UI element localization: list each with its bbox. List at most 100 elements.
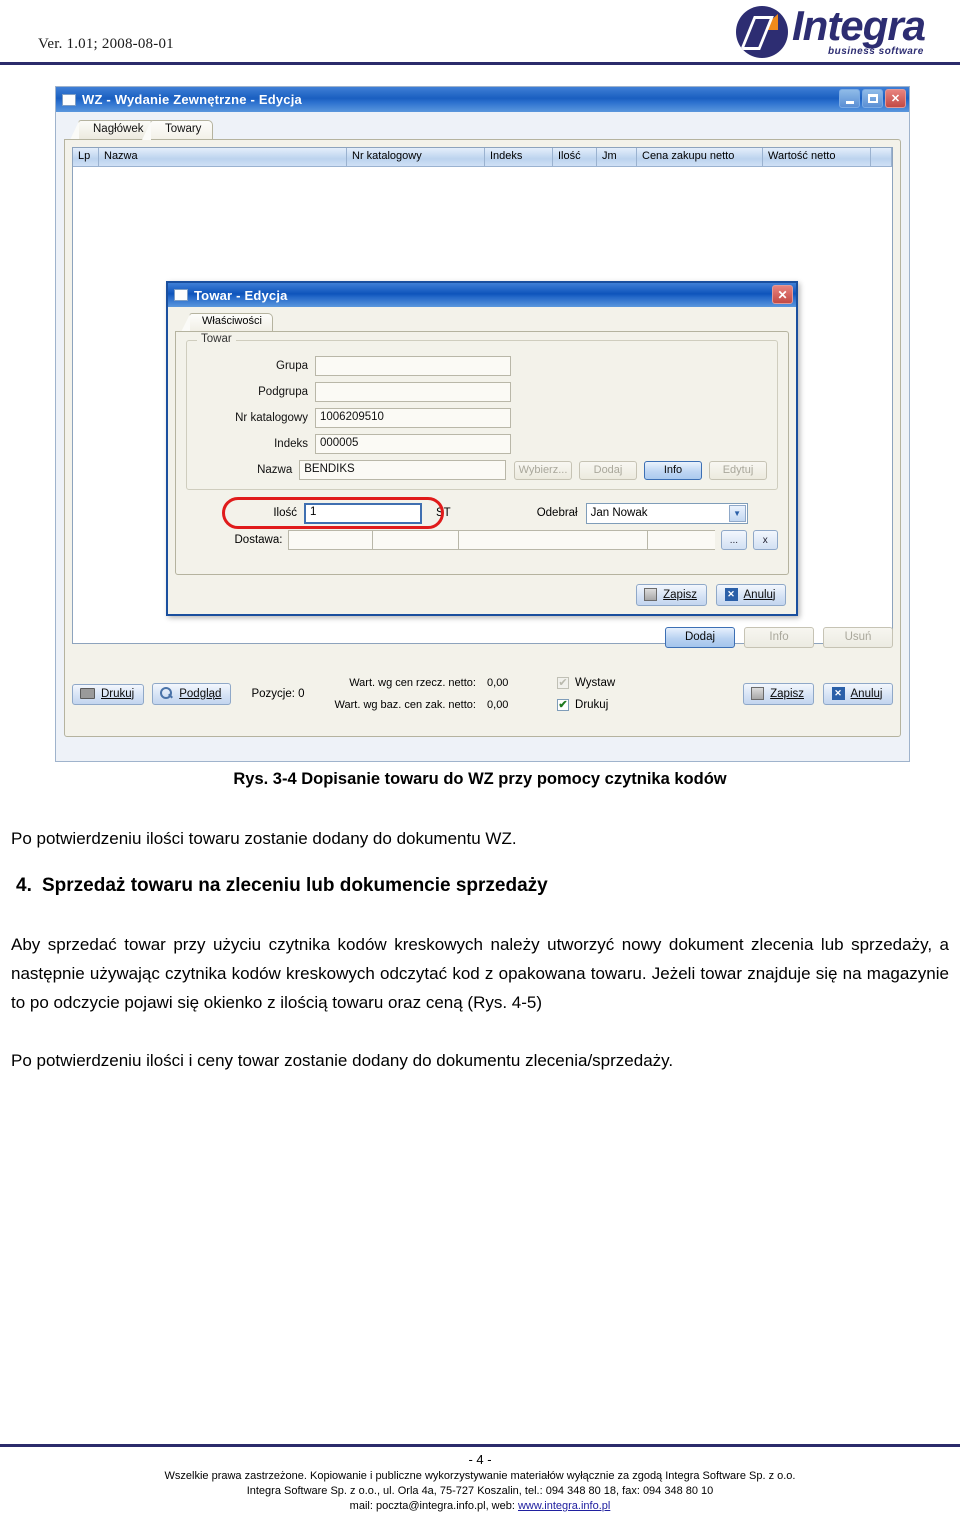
save-disk-icon [751,687,765,700]
paragraph-1: Po potwierdzeniu ilości towaru zostanie … [11,829,517,848]
print-button-label: Drukuj [101,687,135,700]
checkbox-wystaw-icon[interactable]: ✔ [557,677,570,689]
dialog-panel: Towar Grupa Podgrupa Nr katalogowy 10062… [175,331,789,575]
bottom-right-buttons: Zapisz ✕ Anuluj [743,683,893,705]
section-number: 4. [16,875,32,896]
dialog-cancel-button[interactable]: ✕ Anuluj [716,584,786,606]
input-indeks[interactable]: 000005 [315,434,511,454]
input-nazwa[interactable]: BENDIKS [299,460,506,480]
col-nr-katalogowy[interactable]: Nr katalogowy [347,148,485,166]
label-dostawa: Dostawa: [234,534,283,546]
delivery-browse-button[interactable]: ... [721,530,747,550]
total-base-label: Wart. wg baz. cen zak. netto: [334,699,476,711]
input-nr-katalogowy[interactable]: 1006209510 [315,408,511,428]
footer-divider [0,1444,960,1447]
footer-web-link[interactable]: www.integra.info.pl [518,1500,610,1512]
window-icon [62,93,76,106]
tab-towary[interactable]: Towary [142,120,214,140]
delivery-cell-2[interactable] [372,530,458,550]
checkbox-drukuj-label: Drukuj [575,699,609,711]
col-wartosc-netto[interactable]: Wartość netto [763,148,871,166]
cancel-x-icon: ✕ [831,687,845,700]
col-cena-zakupu-netto[interactable]: Cena zakupu netto [637,148,763,166]
maximize-button[interactable] [862,89,883,108]
edytuj-button[interactable]: Edytuj [709,460,767,480]
tab-towary-label: Towary [165,123,202,135]
footer-line-1: Wszelkie prawa zastrzeżone. Kopiowanie i… [164,1470,796,1482]
bottom-checkboxes: ✔ Wystaw ✔ Drukuj [557,672,615,716]
dialog-icon [174,289,188,301]
grid-add-button[interactable]: Dodaj [665,627,735,648]
footer-line-3: mail: poczta@integra.info.pl, web: www.i… [0,1499,960,1514]
col-filler [871,148,892,166]
nazwa-action-buttons: Wybierz... Dodaj Info Edytuj [514,460,767,480]
dialog-save-label: Zapisz [663,588,697,601]
footer-mail-text: mail: poczta@integra.info.pl, web: [349,1500,518,1512]
input-grupa[interactable] [315,356,511,376]
unit-ilosc: ST [436,507,451,519]
field-row-nazwa: Nazwa BENDIKS Wybierz... Dodaj Info Edyt… [197,459,767,481]
delivery-clear-button[interactable]: x [752,530,778,550]
combo-odebral[interactable]: Jan Nowak ▼ [585,502,748,524]
window-bottom-bar: Drukuj Podgląd Pozycje: 0 Wart. wg cen r… [72,658,893,730]
tab-naglowek-label: Nagłówek [93,123,144,135]
field-row-nr-katalogowy: Nr katalogowy 1006209510 [197,407,767,429]
input-ilosc[interactable]: 1 [304,502,422,524]
col-nazwa[interactable]: Nazwa [99,148,347,166]
delivery-cell-3[interactable] [458,530,648,550]
chevron-down-icon[interactable]: ▼ [728,504,746,522]
input-podgrupa[interactable] [315,382,511,402]
quantity-row: Ilość 1 ST Odebrał Jan Nowak ▼ [186,497,778,529]
section-heading: 4. Sprzedaż towaru na zleceniu lub dokume… [16,875,942,897]
towar-groupbox: Towar Grupa Podgrupa Nr katalogowy 10062… [186,333,778,490]
delivery-row: Dostawa: ... x [186,529,778,551]
window-body: Nagłówek Towary Lp Nazwa Nr katalogowy I… [56,112,909,761]
total-real-row: Wart. wg cen rzecz. netto: 0,00 [335,672,522,694]
minimize-button[interactable] [839,89,860,108]
dialog-cancel-label: Anuluj [743,588,776,601]
preview-button[interactable]: Podgląd [152,683,232,705]
delivery-cell-1[interactable] [288,530,373,550]
col-ilosc[interactable]: Ilość [553,148,597,166]
dialog-save-button[interactable]: Zapisz [636,584,707,606]
info-button[interactable]: Info [644,460,702,480]
delivery-cell-4[interactable] [647,530,716,550]
grid-info-button[interactable]: Info [744,627,814,648]
checkbox-wystaw-row[interactable]: ✔ Wystaw [557,672,615,694]
print-button[interactable]: Drukuj [72,683,145,705]
window-cancel-button[interactable]: ✕ Anuluj [823,683,893,705]
paragraph-2: Aby sprzedać towar przy użyciu czytnika … [11,935,949,1012]
items-grid-header: Lp Nazwa Nr katalogowy Indeks Ilość Jm C… [73,148,892,167]
field-row-indeks: Indeks 000005 [197,433,767,455]
close-button[interactable]: ✕ [885,89,906,108]
dodaj-button[interactable]: Dodaj [579,460,637,480]
col-lp[interactable]: Lp [73,148,99,166]
label-indeks: Indeks [274,438,308,450]
col-jm[interactable]: Jm [597,148,637,166]
window-save-button[interactable]: Zapisz [743,683,814,705]
window-titlebar: WZ - Wydanie Zewnętrzne - Edycja ✕ [56,87,909,112]
total-real-label: Wart. wg cen rzecz. netto: [349,677,476,689]
preview-button-label: Podgląd [179,687,222,700]
magnifier-icon [160,687,173,700]
section-title: Sprzedaż towaru na zleceniu lub dokumenc… [42,875,548,896]
dialog-cancel-x-icon: ✕ [724,588,738,601]
header-divider [0,62,960,65]
total-real-value: 0,00 [487,677,509,689]
tab-wlasciwosci[interactable]: Właściwości [181,313,273,332]
page-number: - 4 - [468,1452,492,1467]
dialog-footer-buttons: Zapisz ✕ Anuluj [636,584,786,606]
col-indeks[interactable]: Indeks [485,148,553,166]
grid-delete-button[interactable]: Usuń [823,627,893,648]
printer-icon [80,688,95,699]
total-base-value: 0,00 [487,699,509,711]
dialog-close-button[interactable]: ✕ [772,285,793,304]
bottom-left-buttons: Drukuj Podgląd Pozycje: 0 [72,683,305,705]
wybierz-button[interactable]: Wybierz... [514,460,572,480]
checkbox-drukuj-row[interactable]: ✔ Drukuj [557,694,615,716]
field-row-podgrupa: Podgrupa [197,381,767,403]
tab-wlasciwosci-label: Właściwości [202,315,262,327]
paragraph-3: Po potwierdzeniu ilości i ceny towar zos… [11,1051,674,1070]
checkbox-drukuj-icon[interactable]: ✔ [557,699,570,711]
label-ilosc: Ilość [273,507,297,519]
